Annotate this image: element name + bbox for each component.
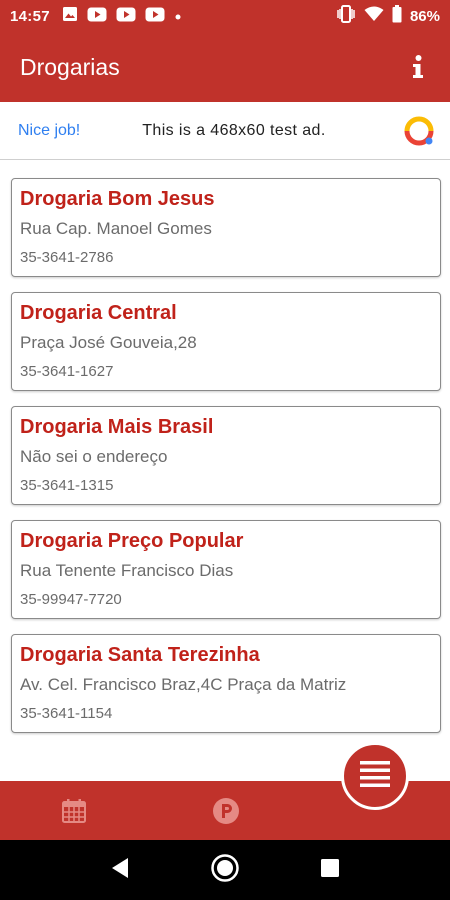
info-icon[interactable] [406, 52, 430, 82]
list-fab-button[interactable] [341, 742, 409, 810]
ad-nice-job-text: Nice job! [18, 121, 81, 139]
dot-icon [174, 8, 182, 25]
pharmacy-address: Praça José Gouveia,28 [20, 333, 197, 352]
pharmacy-card[interactable]: Drogaria Preço Popular Rua Tenente Franc… [11, 520, 441, 619]
ad-text: This is a 468x60 test ad. [142, 121, 326, 139]
youtube-icon [87, 7, 107, 26]
pharmacy-phone: 35-3641-1154 [20, 705, 113, 722]
battery-icon [392, 5, 402, 27]
page-title: Drogarias [20, 53, 120, 80]
wifi-icon [364, 6, 384, 26]
pharmacy-address: Av. Cel. Francisco Braz,4C Praça da Matr… [20, 675, 347, 694]
youtube-icon [145, 7, 165, 26]
pharmacy-name: Drogaria Central [20, 302, 177, 324]
status-time: 14:57 [10, 7, 50, 25]
pharmacy-card[interactable]: Drogaria Santa Terezinha Av. Cel. Franci… [11, 634, 441, 733]
ad-logo-icon [404, 116, 434, 146]
image-icon [62, 6, 78, 26]
system-nav-bar [0, 840, 450, 900]
pharmacy-phone: 35-3641-1627 [20, 363, 114, 380]
pharmacy-address: Rua Cap. Manoel Gomes [20, 219, 212, 238]
notification-icons [62, 6, 182, 26]
status-bar: 14:57 86% [0, 0, 450, 32]
recents-icon[interactable] [320, 858, 340, 883]
pharmacy-card[interactable]: Drogaria Bom Jesus Rua Cap. Manoel Gomes… [11, 178, 441, 277]
pharmacy-card[interactable]: Drogaria Central Praça José Gouveia,28 3… [11, 292, 441, 391]
battery-percentage: 86% [409, 7, 440, 25]
pharmacy-address: Rua Tenente Francisco Dias [20, 561, 234, 580]
back-icon[interactable] [110, 857, 130, 884]
pharmacy-phone: 35-99947-7720 [20, 591, 122, 608]
vibrate-icon [336, 5, 356, 27]
pharmacy-phone: 35-3641-2786 [20, 249, 114, 266]
home-icon[interactable] [210, 853, 240, 888]
app-bar: Drogarias [0, 32, 450, 102]
pharmacy-card[interactable]: Drogaria Mais Brasil Não sei o endereço … [11, 406, 441, 505]
pharmacy-name: Drogaria Mais Brasil [20, 416, 214, 438]
pharmacy-address: Não sei o endereço [20, 447, 168, 466]
pharmacy-name: Drogaria Bom Jesus [20, 188, 215, 210]
youtube-icon [116, 7, 136, 26]
pharmacy-name: Drogaria Santa Terezinha [20, 644, 260, 666]
pharmacy-list: Drogaria Bom Jesus Rua Cap. Manoel Gomes… [11, 178, 441, 748]
ad-banner[interactable]: Nice job! This is a 468x60 test ad. [0, 102, 450, 160]
pharmacy-name: Drogaria Preço Popular [20, 530, 244, 552]
parking-icon[interactable] [212, 797, 240, 825]
calendar-icon[interactable] [61, 798, 87, 824]
pharmacy-phone: 35-3641-1315 [20, 477, 114, 494]
list-icon [360, 760, 390, 792]
